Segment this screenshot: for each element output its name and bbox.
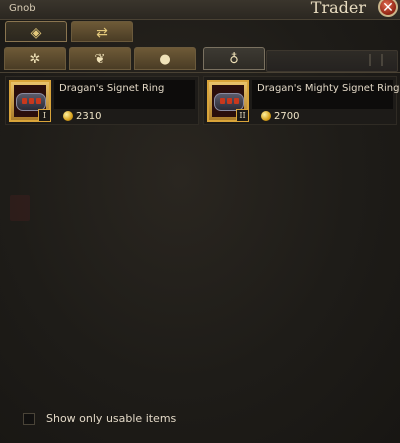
item-slot[interactable]: I	[9, 80, 51, 122]
npc-name: Gnob	[9, 3, 36, 14]
shop-item[interactable]: I Dragan's Signet Ring 2310	[5, 76, 199, 125]
item-name: Dragan's Mighty Signet Ring	[257, 83, 400, 94]
item-slot[interactable]: II	[207, 80, 249, 122]
swap-arrows-icon: ⇄	[96, 25, 108, 41]
tier-badge: I	[38, 109, 51, 122]
trader-window: Gnob Trader ✕ ◈ ⇄ ✲ ❦ ● ♁ I Dragan's Sig…	[0, 0, 400, 443]
tab-pouches[interactable]: ●	[134, 47, 196, 70]
coins-icon: ◈	[30, 25, 42, 41]
price-value: 2310	[76, 111, 102, 122]
title-bar[interactable]: Gnob Trader ✕	[0, 0, 400, 20]
gem-icon	[36, 98, 41, 104]
close-button[interactable]: ✕	[378, 0, 398, 17]
usable-items-checkbox[interactable]	[23, 413, 35, 425]
item-name-box: Dragan's Signet Ring	[54, 80, 195, 109]
tab-pendants[interactable]: ❦	[69, 47, 131, 70]
item-name-box: Dragan's Mighty Signet Ring	[252, 80, 399, 109]
shop-item[interactable]: II Dragan's Mighty Signet Ring 2700	[203, 76, 399, 125]
tab-strip-filler	[266, 50, 398, 72]
gem-icon	[29, 98, 34, 104]
gem-icon	[220, 98, 225, 104]
tab-amulets[interactable]: ✲	[4, 47, 66, 70]
ring-icon: ♁	[229, 52, 239, 67]
window-title: Trader	[310, 0, 366, 17]
amulet-icon: ✲	[29, 52, 41, 67]
item-name: Dragan's Signet Ring	[59, 83, 165, 94]
grip-icon	[369, 54, 383, 66]
category-tabs: ✲ ❦ ● ♁	[0, 44, 400, 73]
usable-items-label[interactable]: Show only usable items	[46, 412, 176, 425]
mode-tabs: ◈ ⇄	[0, 19, 400, 43]
pendant-icon: ❦	[94, 52, 106, 67]
pouch-icon: ●	[159, 52, 171, 67]
close-icon: ✕	[382, 0, 394, 16]
background-emblem	[10, 195, 30, 221]
gem-icon	[234, 98, 239, 104]
tab-buy[interactable]: ◈	[5, 21, 67, 42]
gold-coin-icon	[261, 111, 271, 121]
tier-badge: II	[236, 109, 249, 122]
gold-coin-icon	[63, 111, 73, 121]
tab-exchange[interactable]: ⇄	[71, 21, 133, 42]
price-value: 2700	[274, 111, 300, 122]
gem-icon	[227, 98, 232, 104]
tab-rings[interactable]: ♁	[203, 47, 265, 70]
gem-icon	[22, 98, 27, 104]
